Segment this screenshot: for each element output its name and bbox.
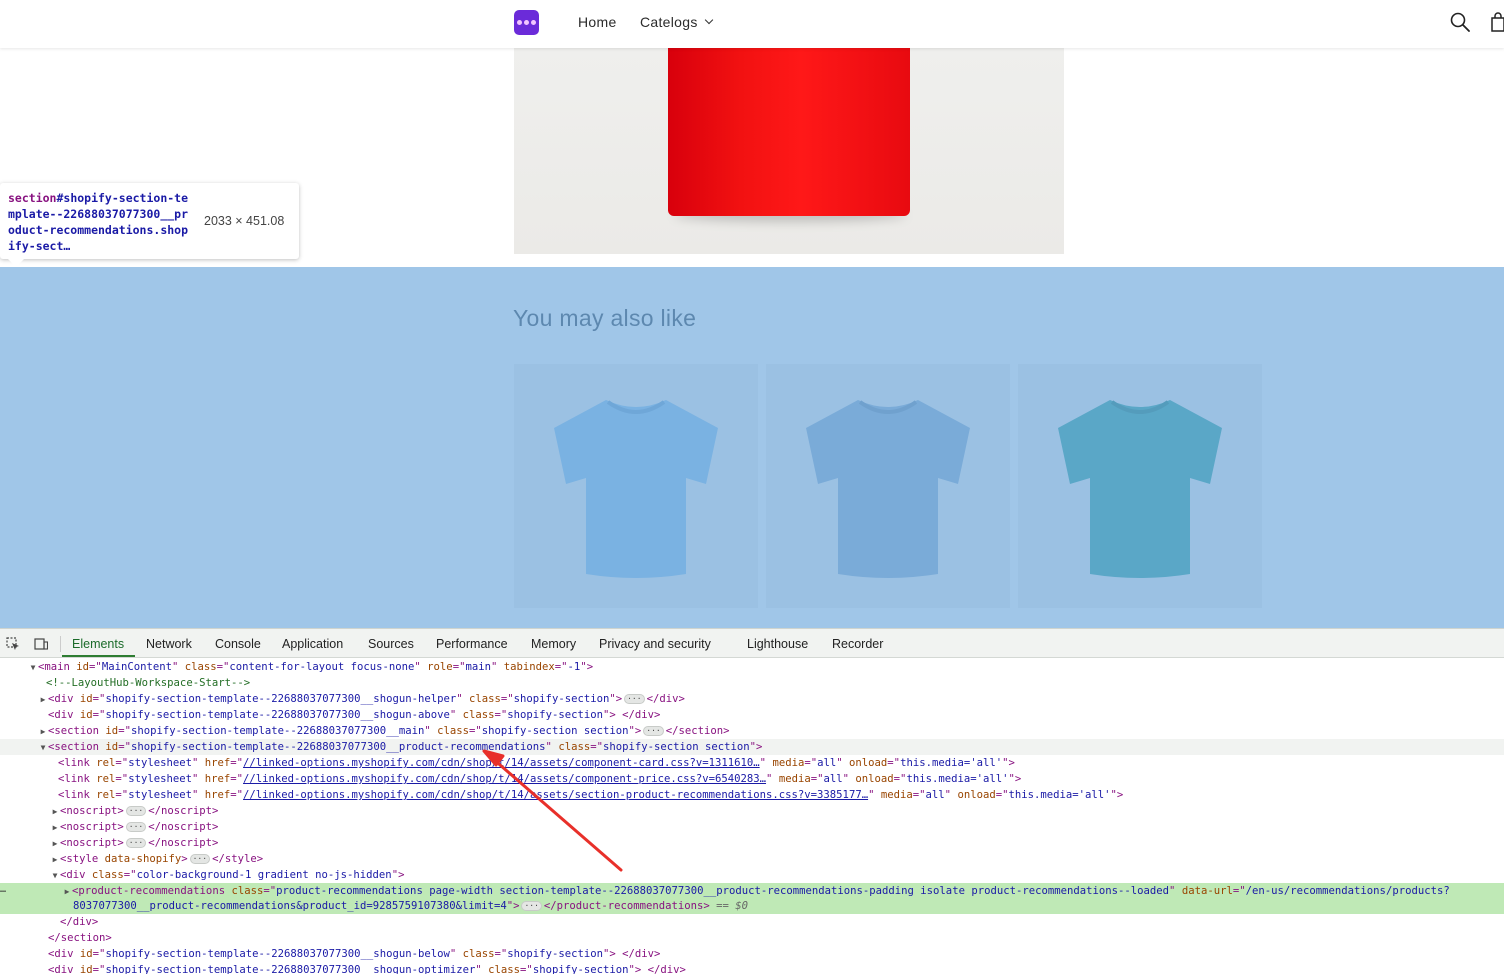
dom-node-div[interactable]: <div id="shopify-section-template--22688… xyxy=(0,962,1504,974)
dom-node-div[interactable]: ▼ <div class="color-background-1 gradient… xyxy=(0,867,1504,883)
search-icon[interactable] xyxy=(1450,12,1470,32)
dom-node-link[interactable]: <link rel="stylesheet" href="//linked-op… xyxy=(0,755,1504,771)
product-card[interactable] xyxy=(1018,364,1262,608)
tshirt-image xyxy=(554,400,718,578)
product-recommendations-section: You may also like xyxy=(0,267,1504,628)
red-tshirt-image xyxy=(668,48,910,216)
tshirt-image xyxy=(806,400,970,578)
tooltip-pointer xyxy=(8,259,24,267)
store-page: Home Catelogs You may also like xyxy=(0,0,1504,628)
dom-node-div[interactable]: ▶ <div id="shopify-section-template--2268… xyxy=(0,691,1504,707)
dom-node-link[interactable]: <link rel="stylesheet" href="//linked-op… xyxy=(0,787,1504,803)
dom-comment[interactable]: <!--LayoutHub-Workspace-Start--> xyxy=(0,675,1504,691)
tab-lighthouse[interactable]: Lighthouse xyxy=(747,637,808,651)
devtools-panel: Elements Network Console Application Sou… xyxy=(0,628,1504,974)
cart-icon[interactable] xyxy=(1490,12,1504,32)
inspector-tooltip: section#shopify-section-template--226880… xyxy=(0,183,299,259)
dom-node-noscript[interactable]: ▶ <noscript> ··· </noscript> xyxy=(0,803,1504,819)
product-card[interactable] xyxy=(514,364,758,608)
dom-node-section-recommendations[interactable]: ▼ <section id="shopify-section-template--… xyxy=(0,739,1504,755)
dom-node-close-section[interactable]: </section> xyxy=(0,930,1504,946)
nav-catalog-menu[interactable]: Catelogs xyxy=(640,14,713,30)
nav-catalog-label: Catelogs xyxy=(640,14,698,30)
tab-privacy-security[interactable]: Privacy and security xyxy=(599,637,711,651)
tab-memory[interactable]: Memory xyxy=(531,637,576,651)
device-toolbar-icon[interactable] xyxy=(34,637,48,651)
tab-performance[interactable]: Performance xyxy=(436,637,508,651)
store-header: Home Catelogs xyxy=(0,0,1504,48)
dom-node-style[interactable]: ▶ <style data-shopify> ··· </style> xyxy=(0,851,1504,867)
inspect-element-icon[interactable] xyxy=(6,637,20,651)
dom-node-product-recommendations-selected[interactable]: ▶ <product-recommendations class="product… xyxy=(0,883,1504,899)
dom-node-link[interactable]: <link rel="stylesheet" href="//linked-op… xyxy=(0,771,1504,787)
selected-node-ref: == $0 xyxy=(716,900,749,912)
node-actions-icon[interactable]: … xyxy=(0,884,6,895)
dom-node-div[interactable]: <div id="shopify-section-template--22688… xyxy=(0,707,1504,723)
tab-application[interactable]: Application xyxy=(282,637,343,651)
store-logo[interactable] xyxy=(514,10,539,35)
tab-network[interactable]: Network xyxy=(146,637,192,651)
dom-node-noscript[interactable]: ▶ <noscript> ··· </noscript> xyxy=(0,819,1504,835)
tab-console[interactable]: Console xyxy=(215,637,261,651)
dom-node-product-recommendations-cont[interactable]: 8037077300__product-recommendations&prod… xyxy=(0,898,1504,914)
active-tab-indicator xyxy=(62,655,135,657)
dom-tree: ▼ <main id="MainContent" class="content-f… xyxy=(0,658,1504,974)
dom-node-div[interactable]: <div id="shopify-section-template--22688… xyxy=(0,946,1504,962)
dom-node-close-div[interactable]: </div> xyxy=(0,914,1504,930)
hero-product-image xyxy=(514,48,1064,254)
dom-node-noscript[interactable]: ▶ <noscript> ··· </noscript> xyxy=(0,835,1504,851)
dom-node-main[interactable]: ▼ <main id="MainContent" class="content-f… xyxy=(0,659,1504,675)
devtools-tab-bar: Elements Network Console Application Sou… xyxy=(0,629,1504,658)
recommendations-title: You may also like xyxy=(513,305,697,331)
chevron-down-icon xyxy=(704,15,713,25)
dom-node-section[interactable]: ▶ <section id="shopify-section-template--… xyxy=(0,723,1504,739)
tab-sources[interactable]: Sources xyxy=(368,637,414,651)
tab-recorder[interactable]: Recorder xyxy=(832,637,883,651)
tooltip-selector: section#shopify-section-template--226880… xyxy=(8,191,189,253)
tab-elements[interactable]: Elements xyxy=(72,637,124,651)
tooltip-dimensions: 2033 × 451.08 xyxy=(204,214,285,228)
nav-home-link[interactable]: Home xyxy=(578,14,617,30)
product-card[interactable] xyxy=(766,364,1010,608)
tshirt-image xyxy=(1058,400,1222,578)
